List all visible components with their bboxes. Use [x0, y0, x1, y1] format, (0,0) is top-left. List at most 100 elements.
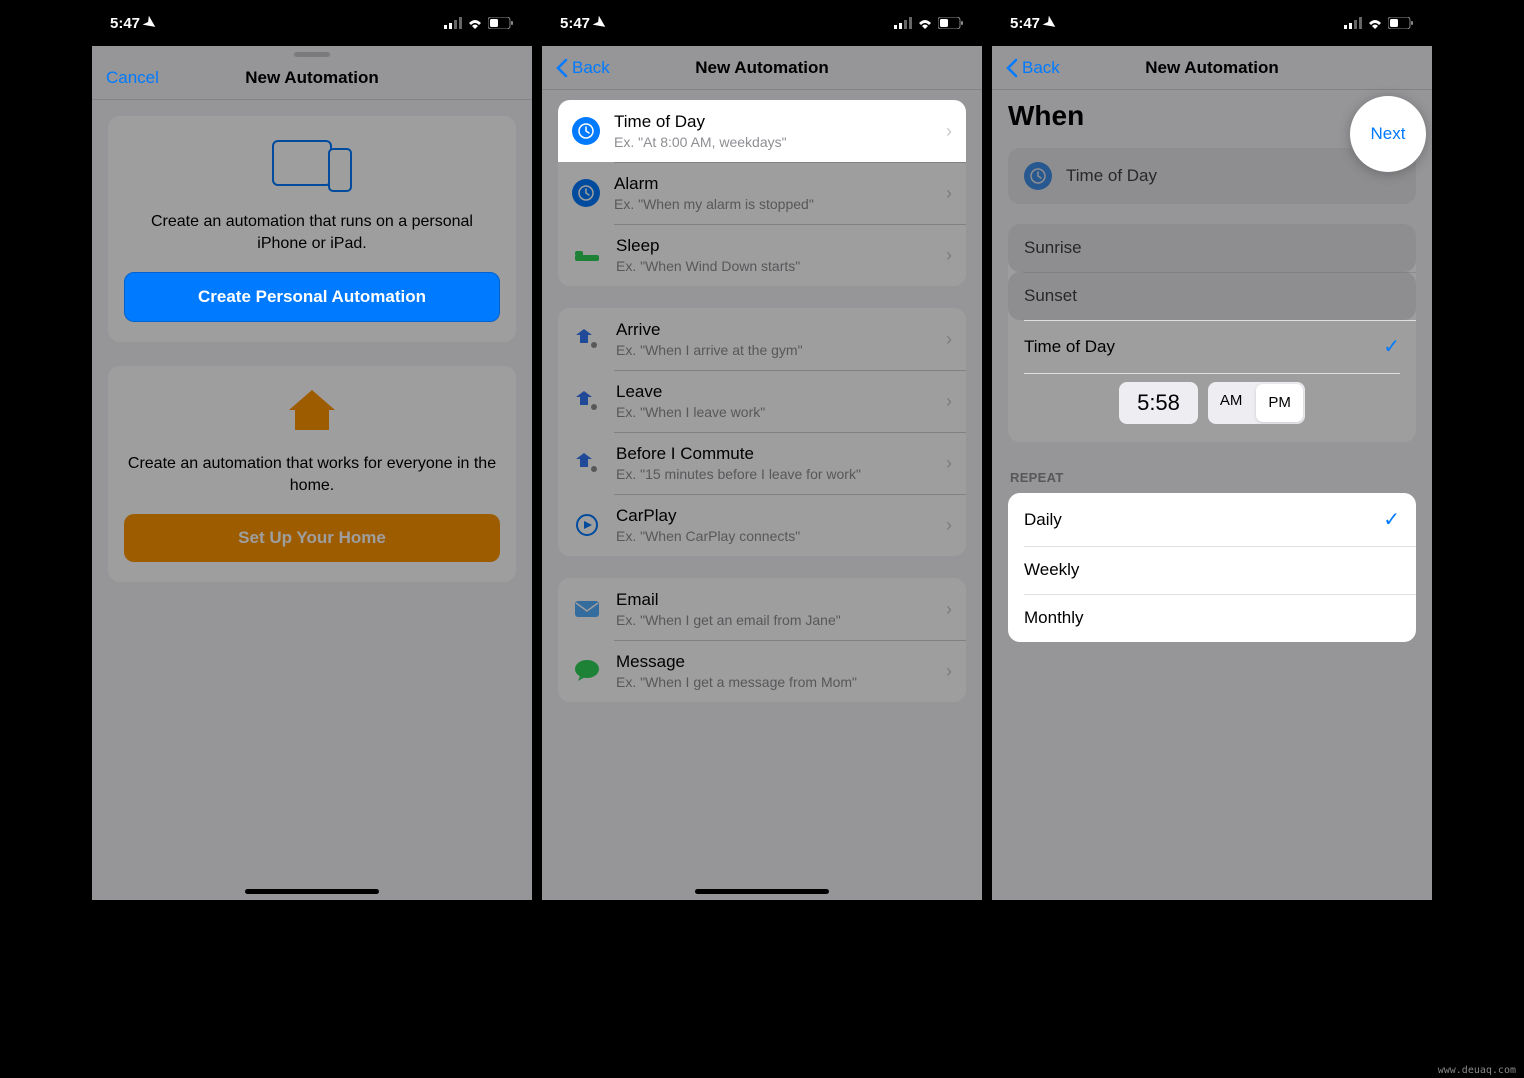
- cancel-button[interactable]: Cancel: [106, 68, 159, 88]
- house-icon: [124, 386, 500, 439]
- trigger-time-of-day[interactable]: Time of Day Ex. "At 8:00 AM, weekdays" ›: [558, 100, 966, 162]
- option-label: Monthly: [1024, 608, 1084, 628]
- set-up-home-button[interactable]: Set Up Your Home: [124, 514, 500, 562]
- create-personal-automation-button[interactable]: Create Personal Automation: [124, 272, 500, 322]
- time-picker: 5:58 AM PM: [1024, 373, 1400, 442]
- selected-trigger-label: Time of Day: [1066, 166, 1157, 186]
- checkmark-icon: ✓: [1383, 334, 1400, 359]
- trigger-leave[interactable]: Leave Ex. "When I leave work" ›: [558, 370, 966, 432]
- nav-bar: Back New Automation Next: [992, 46, 1432, 90]
- trigger-before-commute[interactable]: Before I Commute Ex. "15 minutes before …: [558, 432, 966, 494]
- location-services-icon: ➤: [1040, 12, 1061, 34]
- trigger-subtitle: Ex. "When CarPlay connects": [616, 528, 932, 544]
- pm-segment[interactable]: PM: [1256, 384, 1303, 422]
- status-time: 5:47: [560, 15, 590, 32]
- option-sunrise[interactable]: Sunrise: [1008, 224, 1416, 272]
- trigger-group-time: Time of Day Ex. "At 8:00 AM, weekdays" ›…: [558, 100, 966, 286]
- trigger-title: CarPlay: [616, 506, 932, 526]
- trigger-sleep[interactable]: Sleep Ex. "When Wind Down starts" ›: [558, 224, 966, 286]
- back-label: Back: [1022, 58, 1060, 78]
- status-icons: [894, 17, 964, 29]
- option-label: Sunset: [1024, 286, 1077, 306]
- trigger-subtitle: Ex. "At 8:00 AM, weekdays": [614, 134, 932, 150]
- clock-icon: [572, 179, 600, 207]
- location-services-icon: ➤: [590, 12, 611, 34]
- chevron-right-icon: ›: [946, 121, 952, 142]
- option-sunset[interactable]: Sunset: [1008, 272, 1416, 320]
- next-label: Next: [1371, 124, 1406, 144]
- repeat-monthly[interactable]: Monthly: [1008, 594, 1416, 642]
- trigger-subtitle: Ex. "When Wind Down starts": [616, 258, 932, 274]
- trigger-message[interactable]: Message Ex. "When I get a message from M…: [558, 640, 966, 702]
- status-icons: [1344, 17, 1414, 29]
- carplay-icon: [572, 510, 602, 540]
- cellular-icon: [444, 17, 462, 29]
- trigger-email[interactable]: Email Ex. "When I get an email from Jane…: [558, 578, 966, 640]
- home-automation-card: Create an automation that works for ever…: [108, 366, 516, 582]
- chevron-right-icon: ›: [946, 245, 952, 266]
- trigger-subtitle: Ex. "When I leave work": [616, 404, 932, 420]
- chevron-right-icon: ›: [946, 453, 952, 474]
- battery-icon: [1388, 17, 1414, 29]
- home-indicator[interactable]: [695, 889, 829, 894]
- trigger-alarm[interactable]: Alarm Ex. "When my alarm is stopped" ›: [558, 162, 966, 224]
- time-options-group: Sunrise Sunset Time of Day ✓ 5:58 AM PM: [1008, 224, 1416, 442]
- cellular-icon: [894, 17, 912, 29]
- time-value[interactable]: 5:58: [1119, 382, 1198, 424]
- trigger-arrive[interactable]: Arrive Ex. "When I arrive at the gym" ›: [558, 308, 966, 370]
- trigger-subtitle: Ex. "15 minutes before I leave for work": [616, 466, 932, 482]
- back-button[interactable]: Back: [1006, 58, 1060, 78]
- wifi-icon: [917, 17, 933, 29]
- repeat-header: Repeat: [1008, 464, 1416, 493]
- am-pm-segmented[interactable]: AM PM: [1208, 382, 1305, 424]
- chevron-right-icon: ›: [946, 183, 952, 204]
- repeat-weekly[interactable]: Weekly: [1008, 546, 1416, 594]
- repeat-daily[interactable]: Daily ✓: [1008, 493, 1416, 546]
- watermark: www.deuaq.com: [1438, 1065, 1516, 1076]
- phone-screen-2: 5:47 ➤ Back New Automation: [542, 0, 982, 900]
- personal-automation-card: Create an automation that runs on a pers…: [108, 116, 516, 342]
- back-button[interactable]: Back: [556, 58, 610, 78]
- trigger-title: Before I Commute: [616, 444, 932, 464]
- trigger-subtitle: Ex. "When my alarm is stopped": [614, 196, 932, 212]
- chevron-left-icon: [556, 58, 568, 78]
- devices-icon: [272, 136, 352, 192]
- trigger-title: Alarm: [614, 174, 932, 194]
- trigger-group-communication: Email Ex. "When I get an email from Jane…: [558, 578, 966, 702]
- home-indicator[interactable]: [245, 889, 379, 894]
- location-services-icon: ➤: [140, 12, 161, 34]
- email-icon: [572, 594, 602, 624]
- next-button[interactable]: Next: [1350, 96, 1426, 172]
- option-label: Daily: [1024, 510, 1062, 530]
- chevron-right-icon: ›: [946, 599, 952, 620]
- status-time: 5:47: [110, 15, 140, 32]
- trigger-group-location: Arrive Ex. "When I arrive at the gym" › …: [558, 308, 966, 556]
- arrive-icon: [572, 448, 602, 478]
- selected-trigger-row[interactable]: Time of Day: [1008, 148, 1416, 204]
- message-icon: [572, 656, 602, 686]
- trigger-title: Time of Day: [614, 112, 932, 132]
- trigger-subtitle: Ex. "When I get an email from Jane": [616, 612, 932, 628]
- clock-icon: [1024, 162, 1052, 190]
- bed-icon: [572, 240, 602, 270]
- home-description: Create an automation that works for ever…: [124, 453, 500, 496]
- battery-icon: [488, 17, 514, 29]
- trigger-title: Arrive: [616, 320, 932, 340]
- nav-bar: Back New Automation: [542, 46, 982, 90]
- option-label: Time of Day: [1024, 337, 1115, 357]
- am-segment[interactable]: AM: [1208, 382, 1255, 424]
- leave-icon: [572, 386, 602, 416]
- status-icons: [444, 17, 514, 29]
- trigger-subtitle: Ex. "When I get a message from Mom": [616, 674, 932, 690]
- phone-screen-3: 5:47 ➤ Back New Automation Next When Ti: [992, 0, 1432, 900]
- option-label: Sunrise: [1024, 238, 1082, 258]
- wifi-icon: [467, 17, 483, 29]
- chevron-left-icon: [1006, 58, 1018, 78]
- trigger-title: Sleep: [616, 236, 932, 256]
- trigger-carplay[interactable]: CarPlay Ex. "When CarPlay connects" ›: [558, 494, 966, 556]
- option-time-of-day[interactable]: Time of Day ✓: [1008, 320, 1416, 373]
- trigger-title: Leave: [616, 382, 932, 402]
- personal-description: Create an automation that runs on a pers…: [124, 211, 500, 254]
- chevron-right-icon: ›: [946, 329, 952, 350]
- status-time: 5:47: [1010, 15, 1040, 32]
